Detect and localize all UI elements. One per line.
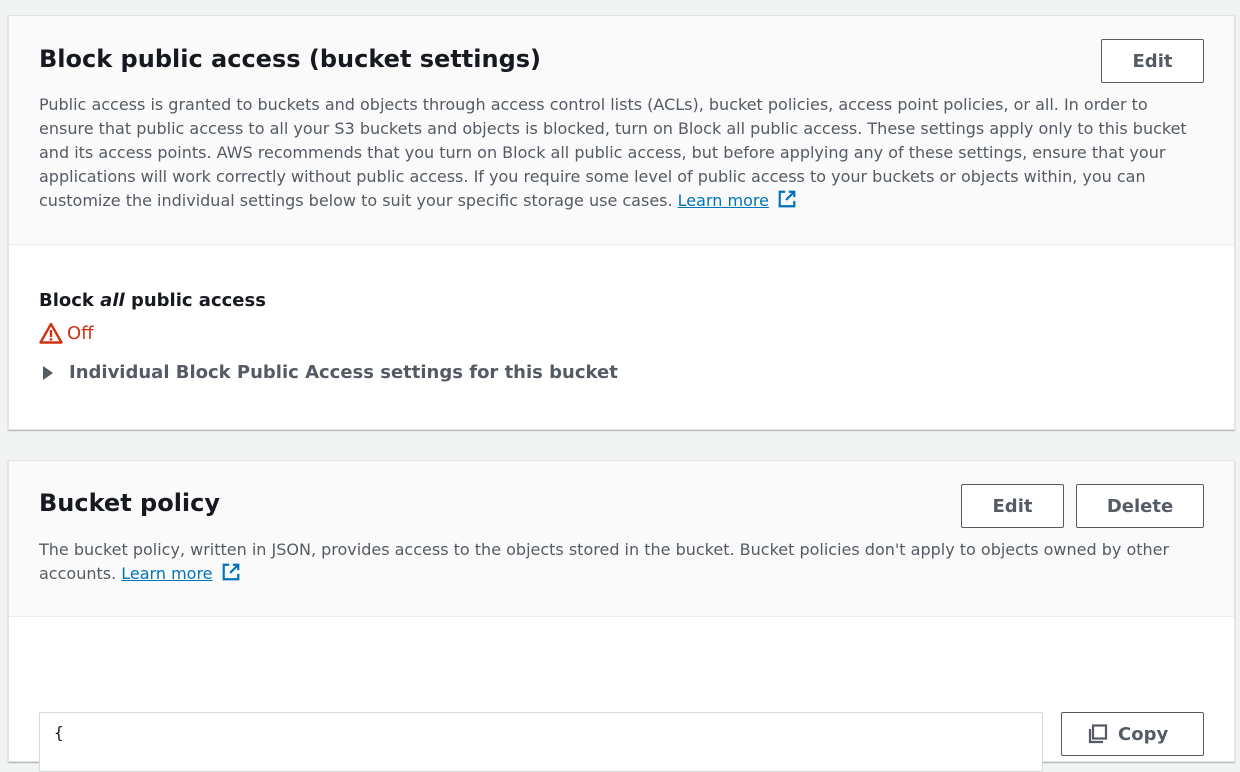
delete-button[interactable]: Delete [1076,484,1204,528]
copy-button[interactable]: Copy [1061,712,1204,756]
description-text: Public access is granted to buckets and … [39,95,1187,210]
label-emphasis: all [100,290,125,311]
policy-code-editor[interactable]: { [39,712,1043,772]
status-text: Off [67,322,94,344]
external-link-icon[interactable] [776,189,798,209]
panel-header: Block public access (bucket settings) Ed… [9,16,1234,245]
copy-icon [1088,724,1108,744]
block-public-access-panel: Block public access (bucket settings) Ed… [8,15,1235,430]
warning-icon [39,322,63,344]
panel-description: The bucket policy, written in JSON, prov… [39,538,1204,586]
copy-label: Copy [1118,723,1169,745]
panel-header: Bucket policy Edit Delete The bucket pol… [9,461,1234,617]
edit-button[interactable]: Edit [1101,39,1204,83]
individual-settings-expander[interactable]: Individual Block Public Access settings … [39,362,618,383]
label-suffix: public access [124,290,266,311]
learn-more-link[interactable]: Learn more [678,191,769,210]
status-indicator: Off [39,322,94,344]
expander-label: Individual Block Public Access settings … [69,362,618,383]
panel-description: Public access is granted to buckets and … [39,93,1204,213]
external-link-icon[interactable] [220,562,242,582]
caret-right-icon [43,365,53,380]
bucket-policy-panel: Bucket policy Edit Delete The bucket pol… [8,460,1235,772]
code-line: { [54,723,64,742]
edit-button[interactable]: Edit [961,484,1064,528]
learn-more-link[interactable]: Learn more [121,564,212,583]
block-all-label: Block all public access [39,290,266,311]
panel-title: Block public access (bucket settings) [39,45,542,73]
label-prefix: Block [39,290,101,311]
panel-title: Bucket policy [39,489,221,517]
